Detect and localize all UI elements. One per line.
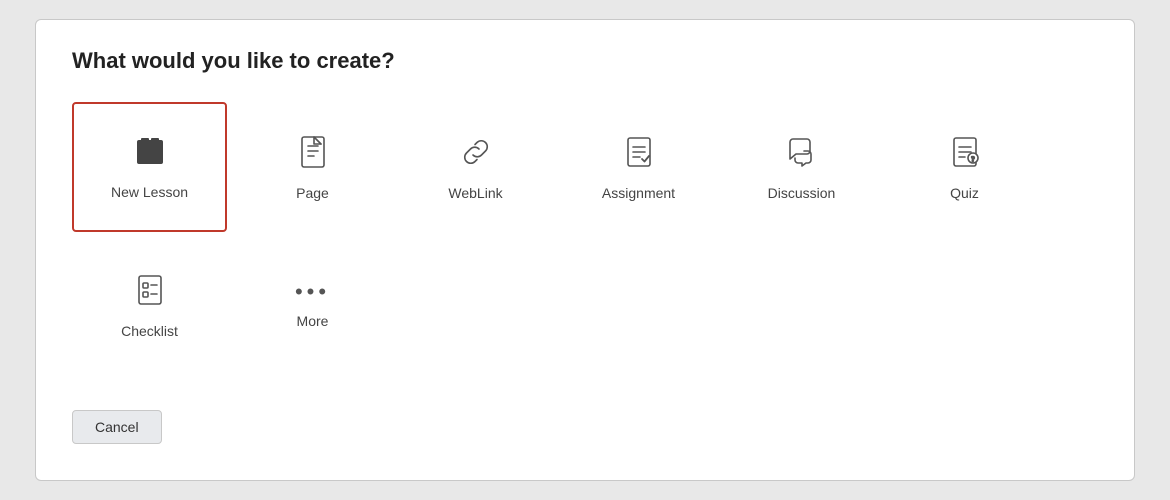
- dialog-footer: Cancel: [72, 402, 1098, 444]
- discussion-icon: [784, 134, 820, 175]
- checklist-button[interactable]: Checklist: [72, 240, 227, 370]
- assignment-icon: [621, 134, 657, 175]
- discussion-label: Discussion: [768, 185, 836, 201]
- weblink-icon: [458, 134, 494, 175]
- discussion-button[interactable]: Discussion: [724, 102, 879, 232]
- new-lesson-label: New Lesson: [111, 184, 188, 200]
- new-lesson-button[interactable]: New Lesson: [72, 102, 227, 232]
- create-dialog: What would you like to create? New Lesso…: [35, 19, 1135, 481]
- assignment-button[interactable]: Assignment: [561, 102, 716, 232]
- svg-text:?: ?: [971, 155, 975, 163]
- quiz-button[interactable]: ? Quiz: [887, 102, 1042, 232]
- page-button[interactable]: Page: [235, 102, 390, 232]
- checklist-icon: [132, 272, 168, 313]
- weblink-label: WebLink: [448, 185, 502, 201]
- dialog-title: What would you like to create?: [72, 48, 1098, 74]
- quiz-label: Quiz: [950, 185, 979, 201]
- cancel-button[interactable]: Cancel: [72, 410, 162, 444]
- page-label: Page: [296, 185, 329, 201]
- items-grid: New Lesson Page: [72, 102, 1098, 378]
- checklist-label: Checklist: [121, 323, 178, 339]
- new-lesson-icon: [133, 135, 167, 174]
- weblink-button[interactable]: WebLink: [398, 102, 553, 232]
- page-icon: [295, 134, 331, 175]
- more-label: More: [297, 313, 329, 329]
- quiz-icon: ?: [947, 134, 983, 175]
- more-button[interactable]: ••• More: [235, 240, 390, 370]
- more-icon: •••: [295, 281, 330, 303]
- assignment-label: Assignment: [602, 185, 675, 201]
